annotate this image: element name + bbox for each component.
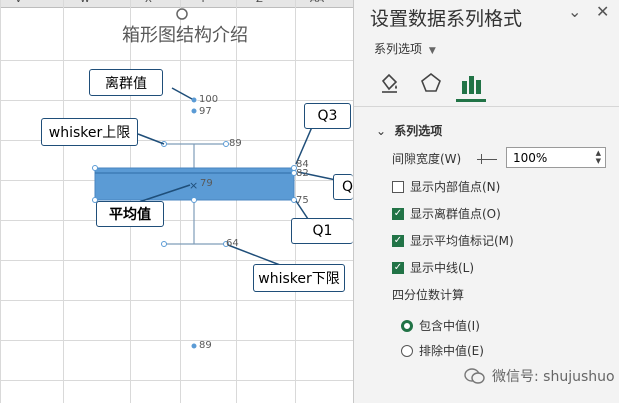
callout-q3[interactable]: Q3: [304, 103, 351, 129]
gap-width-slider[interactable]: [477, 153, 498, 164]
checkmark-icon[interactable]: ✓: [392, 207, 404, 220]
chevron-down-icon[interactable]: ⌄: [568, 2, 581, 21]
watermark: 微信号: shujushuo: [464, 366, 615, 386]
paint-bucket-icon: [381, 73, 398, 93]
callout-q1[interactable]: Q1: [291, 218, 353, 244]
checkbox-mean-markers[interactable]: ✓ 显示平均值标记(M): [392, 232, 514, 249]
data-label: 82: [296, 168, 309, 179]
data-label: 89: [199, 340, 212, 351]
section-title: 系列选项: [394, 124, 443, 138]
series-options-tab[interactable]: [456, 68, 486, 102]
checkbox-label: 显示中线(L): [410, 261, 475, 275]
checkbox-box[interactable]: [392, 180, 404, 193]
callout-mean[interactable]: 平均值: [96, 201, 164, 227]
spreadsheet-area: V W X Y Z AA 箱形图结构介绍: [0, 0, 353, 403]
gap-width-label: 间隙宽度(W): [392, 152, 462, 166]
panel-title: 设置数据系列格式: [370, 8, 523, 30]
selection-handle: [92, 165, 98, 171]
radio-label: 包含中值(I): [419, 319, 480, 333]
radio-button[interactable]: [401, 319, 413, 332]
data-label: 79: [200, 178, 213, 189]
checkbox-label: 显示内部值点(N): [410, 180, 501, 194]
data-label: 97: [199, 106, 212, 117]
callout-outlier[interactable]: 离群值: [89, 69, 163, 96]
fill-line-tab[interactable]: [374, 68, 404, 98]
gap-width-value: 100%: [513, 150, 548, 165]
data-label: 100: [199, 94, 219, 105]
selection-handle: [161, 241, 167, 247]
caret-down-icon: ▼: [428, 46, 436, 56]
divider: [354, 106, 619, 107]
spin-arrows-icon[interactable]: ▲ ▼: [596, 149, 601, 165]
selection-handle: [191, 197, 197, 203]
watermark-text: 微信号: shujushuo: [492, 369, 615, 385]
data-label: 64: [226, 238, 239, 249]
callout-q2[interactable]: Q2: [333, 174, 353, 200]
checkmark-icon[interactable]: ✓: [392, 261, 404, 274]
outlier-point-97: [190, 107, 198, 115]
outlier-point-100: [190, 96, 198, 104]
checkmark-icon[interactable]: ✓: [392, 234, 404, 247]
checkbox-median-line[interactable]: ✓ 显示中线(L): [392, 259, 474, 276]
bar-chart-icon: [462, 75, 481, 94]
series-options-dropdown[interactable]: 系列选项 ▼: [374, 40, 436, 57]
chevron-expand-icon: ⌄: [376, 124, 387, 138]
chart-resize-handle[interactable]: [176, 8, 188, 20]
checkbox-label: 显示离群值点(O): [410, 207, 501, 221]
callout-connector: [171, 87, 193, 100]
data-label: 89: [229, 138, 242, 149]
gap-width-row: 间隙宽度(W): [392, 150, 498, 167]
quartile-title: 四分位数计算: [392, 288, 465, 302]
callout-connector: [137, 133, 165, 145]
data-label: 75: [296, 195, 309, 206]
radio-exclusive-median[interactable]: 排除中值(E): [401, 342, 484, 359]
radio-label: 排除中值(E): [419, 344, 484, 358]
close-icon[interactable]: ✕: [596, 2, 609, 21]
gap-width-spinner[interactable]: 100% ▲ ▼: [506, 147, 606, 168]
section-series-options[interactable]: ⌄ 系列选项: [376, 122, 442, 139]
checkbox-inner-points[interactable]: 显示内部值点(N): [392, 178, 500, 195]
effects-tab[interactable]: [416, 68, 446, 98]
checkbox-outlier-points[interactable]: ✓ 显示离群值点(O): [392, 205, 501, 222]
pentagon-icon: [421, 72, 441, 92]
checkbox-label: 显示平均值标记(M): [410, 234, 514, 248]
selection-handle: [223, 141, 229, 147]
mean-marker: ×: [189, 179, 198, 192]
radio-button[interactable]: [401, 344, 413, 357]
radio-inclusive-median[interactable]: 包含中值(I): [401, 317, 480, 334]
wechat-icon: [464, 368, 485, 384]
format-data-series-panel: 设置数据系列格式 ⌄ ✕ 系列选项 ▼ ⌄ 系列选项 间隙宽度(W) 100% …: [353, 0, 619, 403]
callout-whisker-lower[interactable]: whisker下限: [253, 264, 345, 292]
callout-whisker-upper[interactable]: whisker上限: [41, 118, 138, 146]
outlier-point-89: [190, 342, 198, 350]
series-options-dropdown-label: 系列选项: [374, 42, 423, 56]
